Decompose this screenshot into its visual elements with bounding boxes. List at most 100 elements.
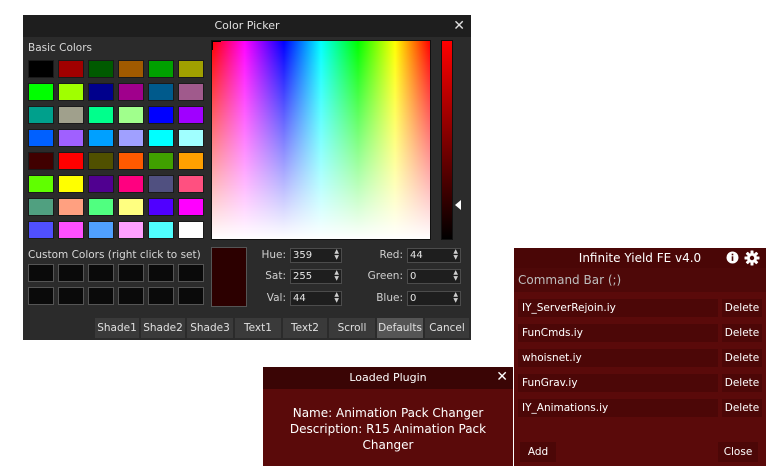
color-swatch[interactable] (148, 152, 174, 170)
delete-button[interactable]: Delete (722, 399, 762, 417)
color-swatch[interactable] (58, 175, 84, 193)
color-swatch[interactable] (178, 152, 204, 170)
color-swatch[interactable] (118, 106, 144, 124)
custom-color-slot[interactable] (28, 264, 54, 282)
color-swatch[interactable] (148, 60, 174, 78)
plugin-row-name: FunGrav.iy (518, 374, 718, 392)
color-swatch[interactable] (28, 198, 54, 216)
info-icon[interactable] (726, 251, 739, 264)
loaded-plugin-title: Loaded Plugin (263, 367, 513, 389)
hue-input[interactable]: 359 ▲ ▼ (290, 248, 342, 263)
plugin-description-cont: Changer (362, 438, 414, 452)
color-swatch[interactable] (148, 198, 174, 216)
blue-input[interactable]: 0 ▲ ▼ (407, 291, 461, 306)
color-spectrum[interactable] (211, 40, 431, 240)
close-icon[interactable]: ✕ (496, 367, 508, 387)
color-swatch[interactable] (178, 175, 204, 193)
color-swatch[interactable] (88, 129, 114, 147)
color-swatch[interactable] (178, 129, 204, 147)
spectrum-cursor (212, 41, 221, 50)
color-swatch[interactable] (58, 83, 84, 101)
delete-button[interactable]: Delete (722, 374, 762, 392)
custom-color-slot[interactable] (148, 264, 174, 282)
color-swatch[interactable] (148, 106, 174, 124)
color-swatch[interactable] (58, 221, 84, 239)
red-spin-icon[interactable]: ▲ ▼ (453, 249, 458, 261)
val-spin-icon[interactable]: ▲ ▼ (334, 292, 339, 304)
color-swatch[interactable] (118, 221, 144, 239)
gear-icon[interactable] (744, 250, 760, 266)
delete-button[interactable]: Delete (722, 349, 762, 367)
custom-color-slot[interactable] (178, 287, 204, 305)
sat-spin-icon[interactable]: ▲ ▼ (334, 270, 339, 282)
color-swatch[interactable] (58, 106, 84, 124)
color-swatch[interactable] (178, 83, 204, 101)
color-swatch[interactable] (58, 198, 84, 216)
color-swatch[interactable] (88, 83, 114, 101)
close-button[interactable]: Close (718, 442, 758, 462)
color-swatch[interactable] (118, 60, 144, 78)
custom-color-slot[interactable] (58, 264, 84, 282)
color-swatch[interactable] (58, 152, 84, 170)
green-spin-icon[interactable]: ▲ ▼ (453, 270, 458, 282)
cancel-button[interactable]: Cancel (425, 318, 469, 338)
delete-button[interactable]: Delete (722, 324, 762, 342)
color-swatch[interactable] (28, 106, 54, 124)
sat-input[interactable]: 255 ▲ ▼ (290, 269, 342, 284)
color-swatch[interactable] (28, 152, 54, 170)
color-swatch[interactable] (28, 175, 54, 193)
color-swatch[interactable] (178, 198, 204, 216)
shade1-button[interactable]: Shade1 (95, 318, 139, 338)
color-swatch[interactable] (88, 60, 114, 78)
text1-button[interactable]: Text1 (235, 318, 281, 338)
color-swatch[interactable] (178, 221, 204, 239)
scroll-button[interactable]: Scroll (329, 318, 375, 338)
custom-color-slot[interactable] (58, 287, 84, 305)
close-icon[interactable]: ✕ (453, 15, 465, 37)
color-swatch[interactable] (118, 152, 144, 170)
color-swatch[interactable] (118, 175, 144, 193)
color-swatch[interactable] (28, 221, 54, 239)
color-swatch[interactable] (148, 129, 174, 147)
color-swatch[interactable] (118, 198, 144, 216)
color-swatch[interactable] (58, 60, 84, 78)
color-swatch[interactable] (88, 198, 114, 216)
custom-color-slot[interactable] (178, 264, 204, 282)
color-swatch[interactable] (28, 83, 54, 101)
delete-button[interactable]: Delete (722, 299, 762, 317)
value-slider-arrow-icon[interactable] (455, 200, 461, 210)
hue-spin-icon[interactable]: ▲ ▼ (334, 249, 339, 261)
custom-color-slot[interactable] (148, 287, 174, 305)
color-swatch[interactable] (118, 83, 144, 101)
color-swatch[interactable] (148, 221, 174, 239)
value-slider[interactable] (441, 40, 453, 240)
custom-color-slot[interactable] (28, 287, 54, 305)
add-button[interactable]: Add (520, 442, 556, 462)
color-swatch[interactable] (88, 152, 114, 170)
color-swatch[interactable] (178, 60, 204, 78)
color-swatch[interactable] (148, 175, 174, 193)
color-swatch[interactable] (88, 106, 114, 124)
text2-button[interactable]: Text2 (283, 318, 327, 338)
color-swatch[interactable] (88, 221, 114, 239)
color-swatch[interactable] (88, 175, 114, 193)
shade2-button[interactable]: Shade2 (141, 318, 185, 338)
color-swatch[interactable] (178, 106, 204, 124)
color-swatch[interactable] (28, 60, 54, 78)
custom-color-slot[interactable] (88, 264, 114, 282)
command-bar-input[interactable]: Command Bar (;) (514, 268, 766, 292)
custom-color-slot[interactable] (118, 264, 144, 282)
val-input[interactable]: 44 ▲ ▼ (290, 291, 342, 306)
color-swatch[interactable] (28, 129, 54, 147)
blue-spin-icon[interactable]: ▲ ▼ (453, 292, 458, 304)
defaults-button[interactable]: Defaults (377, 318, 423, 338)
color-swatch[interactable] (118, 129, 144, 147)
color-swatch[interactable] (58, 129, 84, 147)
green-input[interactable]: 0 ▲ ▼ (407, 269, 461, 284)
custom-color-slot[interactable] (88, 287, 114, 305)
red-input[interactable]: 44 ▲ ▼ (407, 248, 461, 263)
plugin-row: IY_Animations.iy Delete (518, 399, 762, 417)
custom-color-slot[interactable] (118, 287, 144, 305)
color-swatch[interactable] (148, 83, 174, 101)
shade3-button[interactable]: Shade3 (187, 318, 233, 338)
